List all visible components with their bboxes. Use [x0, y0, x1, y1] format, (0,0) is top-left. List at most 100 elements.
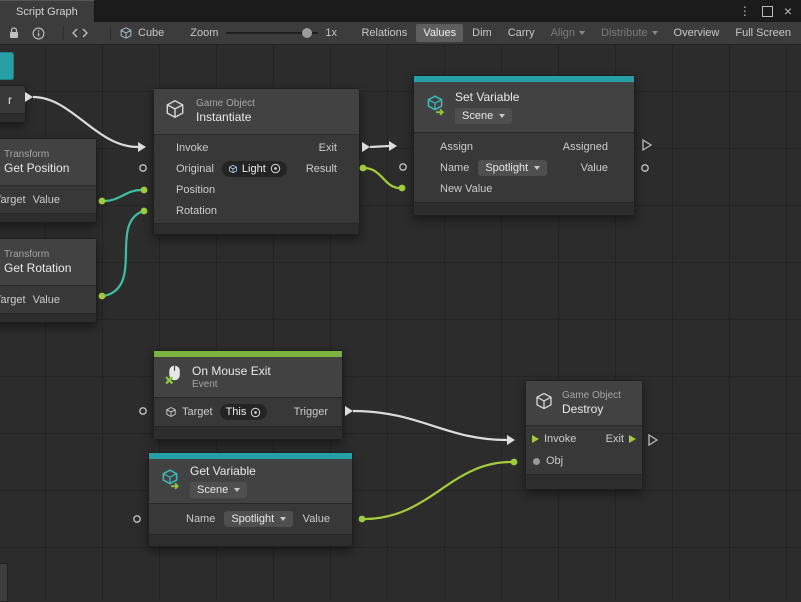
- port-label-value: Value: [581, 162, 608, 174]
- variable-icon: [424, 94, 446, 121]
- port-label-value: Value: [33, 194, 60, 206]
- port-label-target: Target: [182, 406, 213, 418]
- control-port-arrow-icon[interactable]: [629, 435, 636, 443]
- node-destroy[interactable]: Game Object Destroy Invoke Exit Obj: [525, 380, 643, 490]
- carry-button[interactable]: Carry: [501, 24, 542, 42]
- variable-name-dropdown[interactable]: Spotlight: [478, 160, 547, 176]
- close-icon[interactable]: ×: [784, 4, 792, 18]
- node-title: Get Position: [4, 161, 69, 176]
- info-icon[interactable]: [32, 27, 45, 40]
- variable-name-dropdown[interactable]: Spotlight: [224, 511, 293, 527]
- node-title: Destroy: [562, 402, 621, 417]
- dropdown-caret-icon: [499, 114, 505, 118]
- port-label-invoke: Invoke: [176, 142, 208, 154]
- distribute-label: Distribute: [601, 27, 647, 39]
- node-category: Transform: [4, 249, 49, 261]
- values-button[interactable]: Values: [416, 24, 463, 42]
- port-label-result: Result: [306, 163, 337, 175]
- variable-scope-value: Scene: [197, 484, 228, 496]
- maximize-icon[interactable]: [762, 6, 773, 17]
- node-get-position[interactable]: Transform Get Position Target Value: [0, 138, 97, 223]
- node-on-mouse-exit[interactable]: On Mouse Exit Event Target This Trigger: [153, 350, 343, 440]
- node-fragment-teal[interactable]: [0, 52, 14, 80]
- port-label-value: Value: [33, 294, 60, 306]
- port-label-position: Position: [176, 184, 215, 196]
- target-object-field[interactable]: This: [220, 404, 268, 420]
- variable-name-value: Spotlight: [231, 513, 274, 525]
- variable-name-value: Spotlight: [485, 162, 528, 174]
- zoom-value: 1x: [325, 27, 337, 39]
- node-fragment-left[interactable]: r: [0, 85, 26, 123]
- port-label-rotation: Rotation: [176, 205, 217, 217]
- zoom-label: Zoom: [190, 27, 218, 39]
- distribute-button[interactable]: Distribute: [594, 24, 664, 42]
- port-label-name: Name: [186, 513, 215, 525]
- zoom-slider-knob[interactable]: [302, 28, 312, 38]
- port-label-exit: Exit: [606, 433, 624, 445]
- object-field-value: This: [226, 406, 247, 418]
- node-title: Get Rotation: [4, 261, 71, 276]
- dropdown-caret-icon: [234, 488, 240, 492]
- port-label-original: Original: [176, 163, 214, 175]
- node-category: Game Object: [562, 390, 621, 402]
- control-port-arrow-icon[interactable]: [532, 435, 539, 443]
- port-label-invoke: Invoke: [544, 433, 576, 445]
- node-set-variable[interactable]: Set Variable Scene Assign Assigned Name …: [413, 75, 635, 216]
- overview-button[interactable]: Overview: [667, 24, 727, 42]
- node-category: Transform: [4, 149, 49, 161]
- port-label-value: Value: [303, 513, 330, 525]
- port-label-exit: Exit: [319, 142, 337, 154]
- mouse-exit-icon: [164, 364, 183, 390]
- fullscreen-button[interactable]: Full Screen: [728, 24, 798, 42]
- object-picker-icon[interactable]: [250, 407, 261, 418]
- node-title: Get Variable: [190, 464, 256, 479]
- graph-target-label: Cube: [138, 27, 164, 39]
- dropdown-caret-icon: [579, 31, 585, 35]
- port-label-name: Name: [440, 162, 469, 174]
- variable-scope-dropdown[interactable]: Scene: [190, 482, 247, 498]
- port-label-target: Target: [0, 194, 26, 206]
- object-picker-icon[interactable]: [270, 163, 281, 174]
- graph-canvas[interactable]: [0, 44, 801, 600]
- node-title: On Mouse Exit: [192, 364, 271, 379]
- port-label-obj: Obj: [546, 455, 563, 467]
- node-get-rotation[interactable]: Transform Get Rotation Target Value: [0, 238, 97, 323]
- dropdown-caret-icon: [280, 517, 286, 521]
- window-controls: ⋮ ×: [739, 0, 801, 22]
- game-object-mini-icon: [228, 164, 238, 174]
- variable-scope-value: Scene: [462, 110, 493, 122]
- port-label-assigned: Assigned: [563, 141, 608, 153]
- original-object-field[interactable]: Light: [222, 161, 287, 177]
- node-get-variable[interactable]: Get Variable Scene Name Spotlight Value: [148, 452, 353, 547]
- kebab-menu-icon[interactable]: ⋮: [739, 5, 751, 17]
- toolbar-divider: [63, 26, 64, 40]
- dim-button[interactable]: Dim: [465, 24, 499, 42]
- game-object-cube-icon: [119, 26, 133, 40]
- lock-icon[interactable]: [8, 27, 20, 40]
- node-fragment-bottom-left[interactable]: [0, 563, 8, 602]
- node-title: Instantiate: [196, 110, 255, 125]
- port-label-assign: Assign: [440, 141, 473, 153]
- game-object-icon: [534, 391, 554, 416]
- zoom-slider[interactable]: [226, 32, 318, 34]
- toolbar-divider: [110, 26, 111, 40]
- relations-button[interactable]: Relations: [354, 24, 414, 42]
- object-field-value: Light: [242, 163, 266, 175]
- data-port-dot-icon[interactable]: [533, 458, 540, 465]
- port-label-new-value: New Value: [440, 183, 492, 195]
- game-object-mini-icon: [165, 406, 177, 418]
- variable-icon: [159, 468, 181, 495]
- node-fragment-label: r: [0, 86, 25, 113]
- variable-scope-dropdown[interactable]: Scene: [455, 108, 512, 124]
- game-object-icon: [164, 98, 186, 125]
- tab-script-graph[interactable]: Script Graph: [0, 0, 95, 22]
- tab-title: Script Graph: [16, 6, 78, 18]
- dropdown-caret-icon: [534, 166, 540, 170]
- node-title: Set Variable: [455, 90, 519, 105]
- port-label-target: Target: [0, 294, 26, 306]
- node-instantiate[interactable]: Game Object Instantiate Invoke Exit Orig…: [153, 88, 360, 235]
- node-subtitle: Event: [192, 379, 271, 391]
- edit-script-icon[interactable]: [72, 27, 88, 39]
- align-button[interactable]: Align: [544, 24, 592, 42]
- align-label: Align: [551, 27, 575, 39]
